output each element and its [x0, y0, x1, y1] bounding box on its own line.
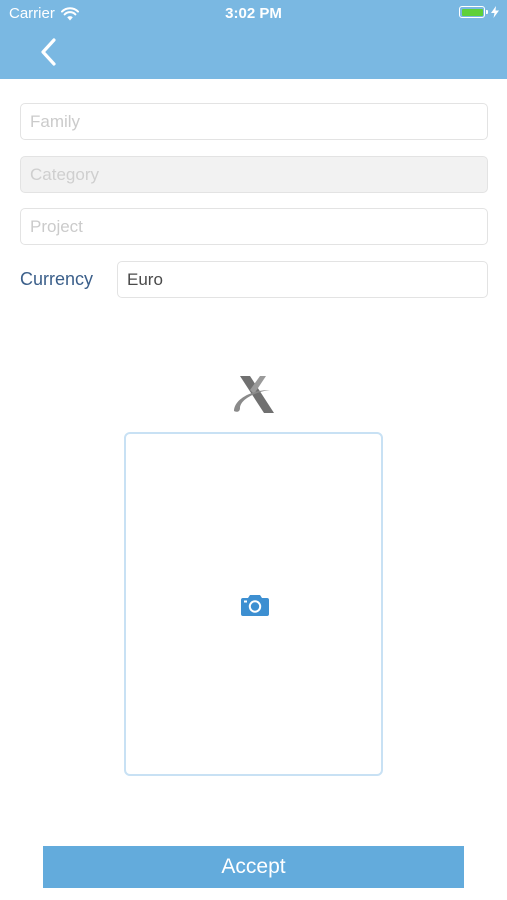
- header-bar: Carrier 3:02 PM: [0, 0, 507, 79]
- charging-bolt-icon: [491, 6, 499, 18]
- photo-upload-box[interactable]: [124, 432, 383, 776]
- status-time: 3:02 PM: [225, 5, 282, 22]
- battery-icon: [459, 6, 488, 18]
- family-field[interactable]: [20, 103, 488, 140]
- category-field: [20, 156, 488, 193]
- chevron-left-icon: [41, 38, 56, 66]
- battery-status: [459, 6, 499, 18]
- family-input[interactable]: [21, 104, 487, 139]
- camera-icon[interactable]: [241, 593, 269, 616]
- currency-label: Currency: [20, 269, 94, 289]
- status-bar: Carrier 3:02 PM: [0, 0, 507, 28]
- currency-field[interactable]: [117, 261, 488, 298]
- battery-level: [461, 8, 483, 16]
- brand-logo-icon: [234, 376, 274, 413]
- back-button[interactable]: [30, 34, 66, 70]
- accept-button[interactable]: Accept: [43, 846, 464, 888]
- currency-input[interactable]: [118, 262, 487, 297]
- project-input[interactable]: [21, 209, 487, 244]
- project-field[interactable]: [20, 208, 488, 245]
- category-input: [21, 157, 487, 192]
